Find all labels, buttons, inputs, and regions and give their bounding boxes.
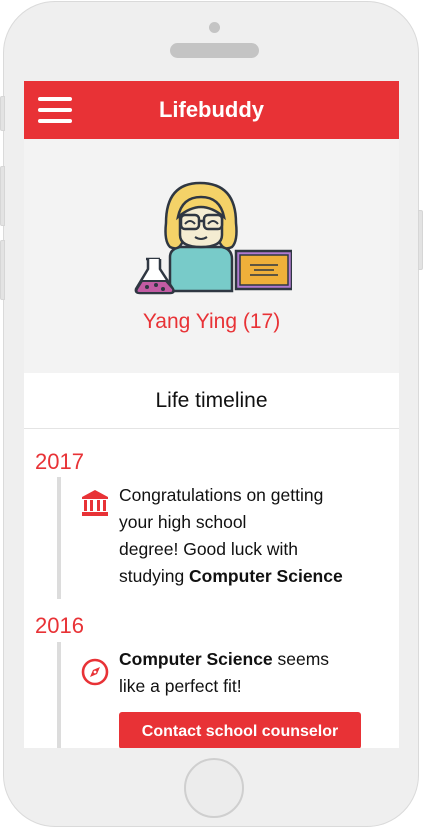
entry-text-line: degree! Good luck with	[119, 539, 298, 559]
timeline-entry-text: Congratulations on getting your high sch…	[119, 482, 384, 590]
avatar-illustration-icon	[134, 181, 292, 295]
timeline-line	[57, 642, 61, 748]
app-screen: Lifebuddy Yang Ying (17) Life timeline 2…	[24, 81, 399, 748]
mute-switch	[0, 96, 5, 131]
entry-text-line: studying Computer Science	[119, 566, 343, 586]
home-button[interactable]	[184, 758, 244, 818]
volume-up-button	[0, 166, 5, 226]
app-bar: Lifebuddy	[24, 81, 399, 139]
timeline-entry-text: Computer Science seems like a perfect fi…	[119, 646, 384, 700]
volume-down-button	[0, 240, 5, 300]
field-of-study: Computer Science	[119, 649, 273, 669]
app-title: Lifebuddy	[158, 97, 265, 122]
speaker-grille	[170, 43, 259, 58]
institution-icon	[82, 490, 108, 516]
entry-text-line: your high school	[119, 512, 247, 532]
timeline-line	[57, 477, 61, 599]
profile-name: Yang Ying (17)	[142, 310, 281, 333]
entry-text-line: Computer Science seems	[119, 649, 330, 669]
entry-text-line: like a perfect fit!	[119, 676, 242, 696]
camera	[209, 22, 220, 33]
entry-text-line: Congratulations on getting	[119, 485, 324, 505]
timeline-year-2016: 2016	[35, 613, 84, 638]
power-button	[418, 210, 423, 270]
field-of-study: Computer Science	[189, 566, 343, 586]
section-title: Life timeline	[24, 373, 399, 429]
compass-icon	[81, 658, 109, 686]
timeline-year-2017: 2017	[35, 449, 84, 474]
contact-school-counselor-button[interactable]: Contact school counselor	[119, 712, 361, 748]
profile-header: Yang Ying (17)	[24, 139, 399, 373]
